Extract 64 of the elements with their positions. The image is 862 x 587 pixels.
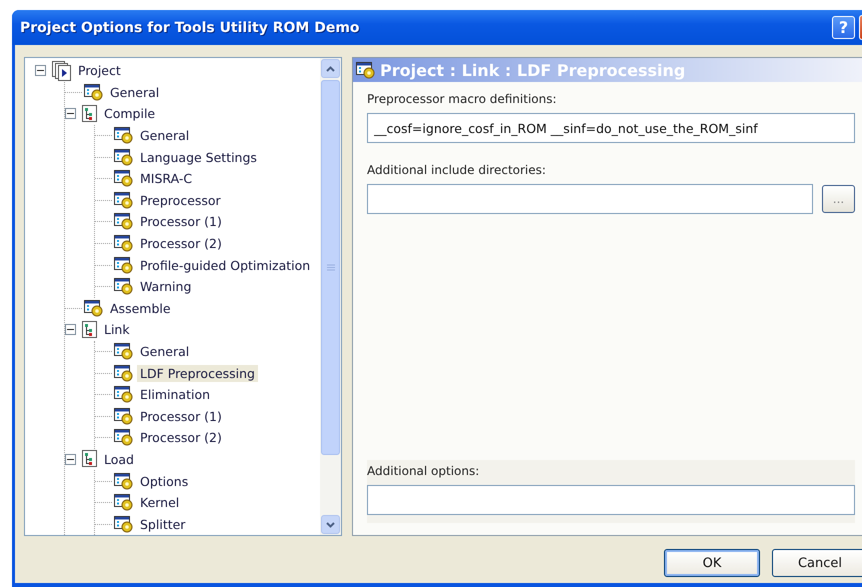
gear-page-icon [114,170,134,188]
tree-item[interactable]: General [137,127,192,144]
gear-page-icon [114,235,134,252]
gear-page-icon [114,343,134,360]
gear-page-icon [114,364,134,382]
additional-options-field[interactable] [367,485,855,515]
include-directories-field[interactable] [367,184,813,214]
tree-item[interactable]: Processor (1) [137,408,225,425]
hierarchy-icon [82,104,98,123]
tree-item[interactable]: LDF Preprocessing [137,364,258,382]
scroll-up-icon[interactable] [321,59,340,78]
tree-item[interactable]: General [137,343,192,360]
hierarchy-icon [82,320,98,339]
project-pages-icon [52,60,72,81]
gear-page-icon [84,300,104,317]
gear-page-icon [114,408,134,425]
collapse-toggle[interactable] [65,454,76,465]
tree-item[interactable]: Link [101,321,133,338]
field-label: Additional include directories: [367,163,547,177]
tree-item[interactable]: Language Settings [137,148,260,166]
gear-page-icon [114,516,134,533]
gear-page-icon [84,84,104,101]
gear-page-icon [114,127,134,144]
hierarchy-icon [82,450,98,468]
collapse-toggle[interactable] [35,65,46,76]
gear-page-icon [114,213,134,230]
cancel-button[interactable]: Cancel [772,549,862,577]
gear-page-icon [114,278,134,296]
scroll-thumb[interactable] [321,80,340,455]
tree-item[interactable]: Processor (1) [137,213,225,230]
tree-item[interactable]: Warning [137,278,194,296]
tree-item[interactable]: Options [137,472,192,490]
tree-item[interactable]: Elimination [137,386,214,404]
field-label: Additional options: [367,464,480,478]
gear-page-icon [114,494,134,512]
tree-item[interactable]: Kernel [137,494,182,512]
field-label: Preprocessor macro definitions: [367,92,558,106]
tree-item[interactable]: General [107,84,162,101]
collapse-toggle[interactable] [65,108,76,120]
tree-item[interactable]: Processor (2) [137,235,225,252]
tree-item[interactable]: Profile-guided Optimization [137,256,314,274]
gear-page-icon [114,256,134,274]
scroll-down-icon[interactable] [321,515,340,534]
window-title: Project Options for Tools Utility ROM Demo [20,20,361,36]
gear-page-icon [356,62,376,78]
tree-item[interactable]: Processor (2) [137,429,225,446]
gear-page-icon [114,429,134,446]
macro-definitions-field[interactable]: __cosf=ignore_cosf_in_ROM __sinf=do_not_use_the_ROM_sinf [367,113,855,143]
tree-item[interactable]: Compile [101,105,158,122]
gear-page-icon [114,192,134,209]
help-button[interactable]: ? [832,16,855,39]
gear-page-icon [114,148,134,166]
gear-page-icon [114,386,134,404]
tree-item[interactable]: Project [75,62,124,80]
page-heading: Project : Link : LDF Preprocessing [380,60,686,80]
tree-item[interactable]: Preprocessor [137,192,224,209]
tree-item[interactable]: MISRA-C [137,170,196,188]
scrollbar[interactable] [320,58,341,535]
tree-item[interactable]: Load [101,450,137,468]
tree-item[interactable]: Assemble [107,300,174,317]
ok-button[interactable]: OK [664,549,760,577]
collapse-toggle[interactable] [65,324,76,336]
gear-page-icon [114,472,134,490]
tree-item[interactable]: Splitter [137,516,188,533]
